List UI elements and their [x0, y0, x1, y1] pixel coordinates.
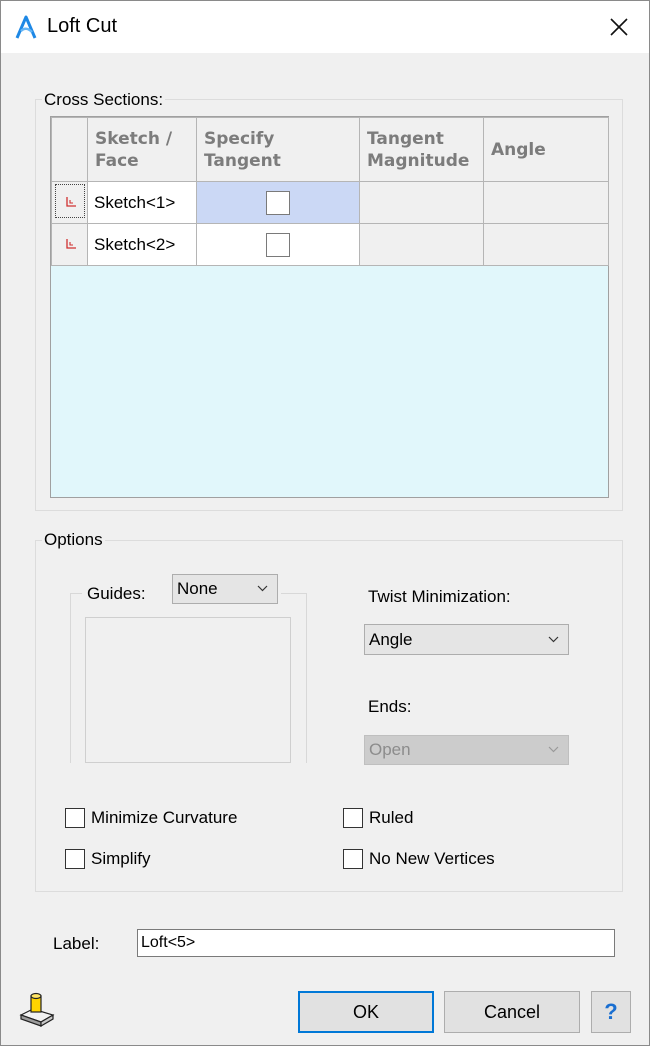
specify-tangent-checkbox[interactable] — [266, 232, 290, 257]
specify-tangent-cell[interactable] — [196, 181, 360, 224]
table-header-row: Sketch / Face Specify Tangent Tangent Ma… — [51, 117, 609, 182]
loft-cut-dialog: Loft Cut Cross Sections: Sketch / Face S… — [0, 0, 650, 1046]
specify-tangent-checkbox[interactable] — [266, 190, 290, 215]
guides-label: Guides: — [87, 584, 146, 603]
close-icon — [610, 18, 628, 36]
column-header-line: Face — [95, 150, 139, 171]
ends-dropdown: Open — [364, 735, 569, 765]
row-focus-indicator — [54, 184, 85, 218]
guides-dropdown[interactable]: None — [172, 574, 278, 604]
ends-label: Ends: — [368, 697, 412, 716]
sketch-icon — [65, 197, 76, 207]
column-header-sketch-face[interactable]: Sketch / Face — [87, 117, 197, 182]
help-icon: ? — [604, 999, 618, 1024]
no-new-vertices-label: No New Vertices — [369, 849, 495, 868]
chevron-down-icon — [257, 585, 268, 592]
row-header[interactable] — [51, 181, 88, 224]
chevron-down-icon — [548, 636, 559, 642]
checkbox-box — [343, 808, 363, 828]
column-header-line: Angle — [491, 139, 546, 160]
minimize-curvature-label: Minimize Curvature — [91, 808, 238, 827]
column-header-line: Tangent — [204, 150, 281, 171]
twist-minimization-dropdown[interactable]: Angle — [364, 624, 569, 655]
label-field-label: Label: — [53, 934, 100, 953]
sketch-cell[interactable]: Sketch<2> — [87, 223, 197, 266]
guides-frame-top — [70, 593, 82, 594]
column-header-angle[interactable]: Angle — [483, 117, 609, 182]
column-header-tangent-magnitude[interactable]: Tangent Magnitude — [359, 117, 484, 182]
specify-tangent-cell[interactable] — [196, 223, 360, 266]
row-header[interactable] — [51, 223, 88, 266]
simplify-label: Simplify — [91, 849, 151, 868]
guides-frame-top — [281, 593, 307, 594]
ends-value: Open — [369, 740, 411, 759]
cancel-button[interactable]: Cancel — [444, 991, 580, 1033]
checkbox-box — [343, 849, 363, 869]
angle-cell — [483, 223, 609, 266]
sketch-cell[interactable]: Sketch<1> — [87, 181, 197, 224]
minimize-curvature-checkbox[interactable]: Minimize Curvature — [65, 808, 237, 828]
options-legend: Options — [42, 530, 105, 550]
close-button[interactable] — [597, 9, 641, 45]
sketch-icon — [65, 239, 76, 249]
ok-button[interactable]: OK — [298, 991, 434, 1033]
ruled-checkbox[interactable]: Ruled — [343, 808, 413, 828]
cancel-button-label: Cancel — [483, 1001, 541, 1022]
simplify-checkbox[interactable]: Simplify — [65, 849, 151, 869]
checkbox-box — [65, 808, 85, 828]
cross-sections-table: Sketch / Face Specify Tangent Tangent Ma… — [51, 117, 609, 266]
row-focus-indicator — [55, 226, 85, 260]
title-bar: Loft Cut — [1, 1, 649, 53]
column-header-line: Magnitude — [367, 150, 470, 171]
no-new-vertices-checkbox[interactable]: No New Vertices — [343, 849, 495, 869]
loft-feature-icon — [19, 992, 55, 1027]
twist-minimization-value: Angle — [369, 629, 413, 649]
ruled-label: Ruled — [369, 808, 414, 827]
ok-button-label: OK — [352, 1001, 379, 1022]
column-header-line: Specify — [204, 128, 275, 149]
tangent-magnitude-cell — [359, 181, 484, 224]
table-row[interactable]: Sketch<2> — [51, 223, 609, 266]
guides-list[interactable] — [85, 617, 291, 763]
column-header-line: Sketch / — [95, 128, 173, 149]
guides-frame-right — [306, 593, 307, 763]
column-header-specify-tangent[interactable]: Specify Tangent — [196, 117, 360, 182]
app-logo-icon — [15, 15, 37, 39]
tangent-magnitude-cell — [359, 223, 484, 266]
help-button[interactable]: ? — [591, 991, 631, 1033]
sketch-name: Sketch<2> — [94, 234, 176, 254]
chevron-down-icon — [548, 746, 559, 753]
angle-cell — [483, 181, 609, 224]
guides-frame-left — [70, 593, 71, 763]
cross-sections-legend: Cross Sections: — [42, 90, 166, 110]
table-row[interactable]: Sketch<1> — [51, 181, 609, 224]
label-input[interactable] — [137, 929, 615, 957]
sketch-name: Sketch<1> — [94, 192, 176, 212]
window-title: Loft Cut — [47, 15, 118, 37]
twist-minimization-label: Twist Minimization: — [368, 587, 511, 606]
cross-sections-grid[interactable]: Sketch / Face Specify Tangent Tangent Ma… — [50, 116, 609, 498]
guides-dropdown-value: None — [177, 579, 218, 598]
checkbox-box — [65, 849, 85, 869]
row-header-corner — [51, 117, 88, 182]
column-header-line: Tangent — [367, 128, 444, 149]
